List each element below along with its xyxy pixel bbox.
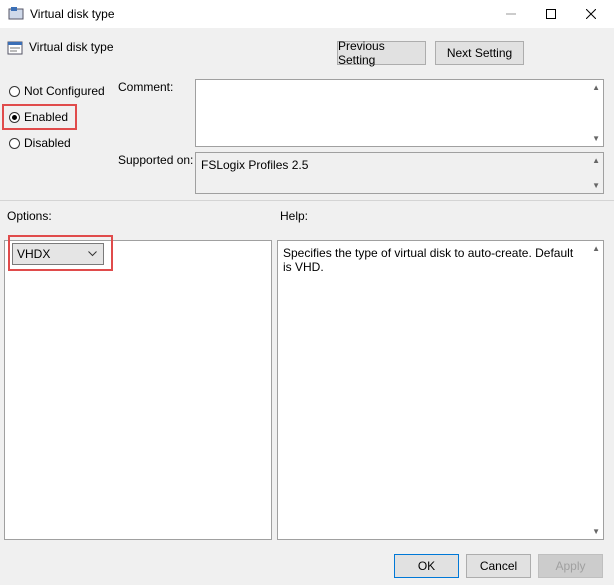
scroll-down-icon[interactable]: ▼ — [592, 134, 600, 143]
radio-label: Disabled — [24, 136, 71, 150]
title-bar: Virtual disk type — [0, 0, 614, 28]
radio-circle-icon — [9, 137, 20, 149]
radio-label: Not Configured — [24, 84, 105, 98]
policy-window-icon — [8, 6, 24, 22]
window-title: Virtual disk type — [30, 7, 115, 21]
scroll-up-icon[interactable]: ▲ — [592, 156, 600, 165]
scroll-down-icon[interactable]: ▼ — [592, 181, 600, 190]
radio-not-configured[interactable]: Not Configured — [9, 84, 105, 98]
apply-button[interactable]: Apply — [538, 554, 603, 578]
close-icon[interactable] — [568, 0, 614, 28]
options-label: Options: — [7, 209, 52, 223]
options-pane — [4, 240, 272, 540]
previous-setting-button[interactable]: Previous Setting — [337, 39, 426, 67]
radio-circle-icon — [9, 85, 20, 97]
supported-on-field: FSLogix Profiles 2.5 ▲ ▼ — [195, 152, 604, 194]
enabled-highlight-box — [2, 104, 77, 130]
comment-textarea[interactable]: ▲ ▼ — [195, 79, 604, 147]
supported-on-value: FSLogix Profiles 2.5 — [201, 158, 309, 172]
radio-disabled[interactable]: Disabled — [9, 136, 71, 150]
dropdown-highlight-box — [8, 235, 113, 271]
policy-setting-icon — [7, 40, 23, 56]
scroll-down-icon[interactable]: ▼ — [592, 527, 600, 536]
supported-on-label: Supported on: — [118, 153, 194, 167]
comment-label: Comment: — [118, 80, 174, 94]
setting-title: Virtual disk type — [29, 40, 114, 54]
ok-button[interactable]: OK — [394, 554, 459, 578]
help-label: Help: — [280, 209, 309, 223]
cancel-button[interactable]: Cancel — [466, 554, 531, 578]
scroll-up-icon[interactable]: ▲ — [592, 83, 600, 92]
next-setting-button[interactable]: Next Setting — [435, 41, 524, 65]
scroll-up-icon[interactable]: ▲ — [592, 244, 600, 253]
help-text: Specifies the type of virtual disk to au… — [283, 246, 574, 274]
help-pane: Specifies the type of virtual disk to au… — [277, 240, 604, 540]
section-divider — [0, 200, 614, 201]
